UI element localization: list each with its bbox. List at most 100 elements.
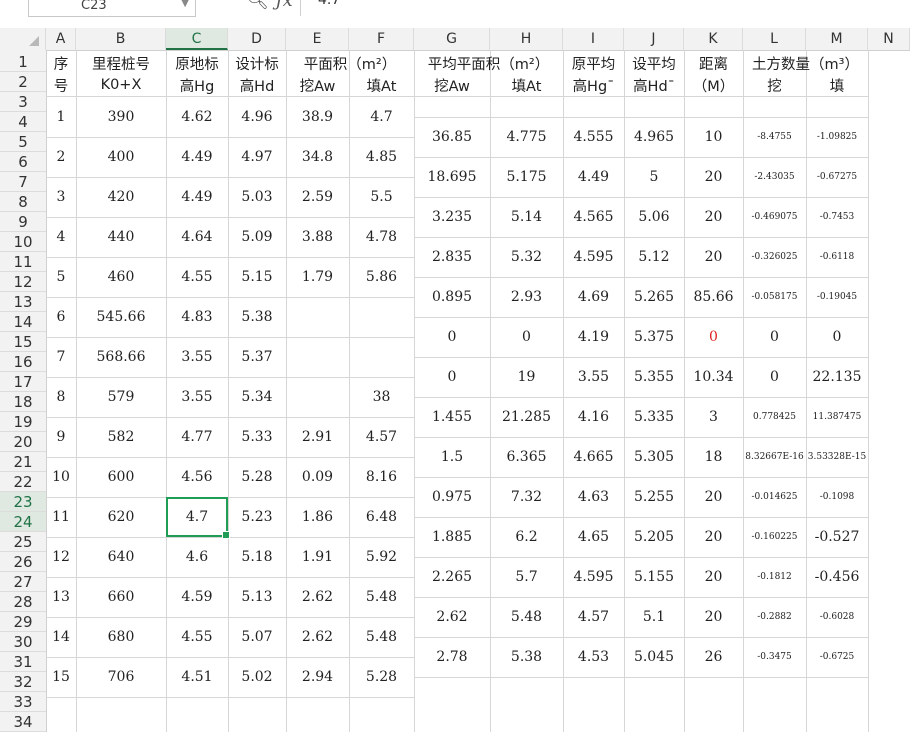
row-header-22[interactable]: 22 [0, 472, 46, 492]
data-cell-e[interactable]: 0.09 [286, 457, 349, 497]
data-cell-c[interactable]: 4.56 [166, 457, 228, 497]
data-cell-l[interactable]: -0.3475 [743, 637, 806, 677]
column-header-k[interactable]: K [684, 28, 743, 50]
data-cell-k[interactable]: 26 [684, 637, 743, 677]
data-cell-e[interactable] [286, 377, 349, 417]
data-cell-a[interactable]: 12 [46, 537, 76, 577]
row-header-15[interactable]: 15 [0, 332, 46, 352]
data-cell-a[interactable]: 6 [46, 297, 76, 337]
header-cell-b-2[interactable]: K0+X [76, 74, 166, 96]
data-cell-h[interactable]: 7.32 [490, 477, 563, 517]
data-cell-e[interactable]: 38.9 [286, 97, 349, 137]
data-cell-m[interactable]: -0.67275 [806, 157, 868, 197]
data-cell-d[interactable]: 5.02 [228, 657, 286, 697]
data-cell-b[interactable]: 579 [76, 377, 166, 417]
header-cell-e-2[interactable]: 挖Aw [286, 74, 349, 96]
data-cell-m[interactable]: 11.387475 [806, 397, 868, 437]
data-cell-j[interactable]: 5.335 [624, 397, 684, 437]
data-cell-m[interactable]: 0 [806, 317, 868, 357]
header-cell-l-2[interactable]: 挖 [743, 74, 806, 96]
header-cell-a-2[interactable]: 号 [46, 74, 76, 96]
data-cell-d[interactable]: 5.03 [228, 177, 286, 217]
row-header-20[interactable]: 20 [0, 432, 46, 452]
data-cell-c[interactable]: 3.55 [166, 377, 228, 417]
data-cell-a[interactable]: 1 [46, 97, 76, 137]
row-header-5[interactable]: 5 [0, 132, 46, 152]
data-cell-i[interactable]: 4.53 [563, 637, 624, 677]
data-cell-c[interactable]: 4.77 [166, 417, 228, 457]
data-cell-d[interactable]: 5.34 [228, 377, 286, 417]
data-cell-h[interactable]: 5.32 [490, 237, 563, 277]
data-cell-a[interactable]: 7 [46, 337, 76, 377]
header-cell-l-1[interactable]: 土方数量（m³） [743, 52, 868, 74]
header-cell-b-1[interactable]: 里程桩号 [76, 52, 166, 74]
data-cell-e[interactable]: 2.62 [286, 577, 349, 617]
data-cell-a[interactable]: 15 [46, 657, 76, 697]
header-cell-k-2[interactable]: （M） [684, 74, 743, 96]
data-cell-f[interactable]: 4.85 [349, 137, 414, 177]
data-cell-l[interactable]: -0.014625 [743, 477, 806, 517]
data-cell-l[interactable]: 0 [743, 357, 806, 397]
data-cell-d[interactable]: 5.38 [228, 297, 286, 337]
data-cell-c[interactable]: 4.55 [166, 257, 228, 297]
data-cell-h[interactable]: 4.775 [490, 117, 563, 157]
data-cell-a[interactable]: 9 [46, 417, 76, 457]
row-header-27[interactable]: 27 [0, 572, 46, 592]
data-cell-g[interactable]: 0.895 [414, 277, 490, 317]
data-cell-j[interactable]: 5.155 [624, 557, 684, 597]
data-cell-f[interactable]: 5.48 [349, 577, 414, 617]
data-cell-i[interactable]: 4.69 [563, 277, 624, 317]
data-cell-m[interactable]: -0.7453 [806, 197, 868, 237]
data-cell-l[interactable]: -0.1812 [743, 557, 806, 597]
data-cell-b[interactable]: 460 [76, 257, 166, 297]
column-header-c[interactable]: C [166, 28, 228, 50]
data-cell-a[interactable]: 3 [46, 177, 76, 217]
data-cell-d[interactable]: 5.18 [228, 537, 286, 577]
data-cell-i[interactable]: 4.57 [563, 597, 624, 637]
zoom-icon[interactable]: 🔍︎ [246, 0, 269, 11]
header-cell-e-1[interactable]: 平面积（m²） [286, 52, 414, 74]
chevron-down-icon[interactable]: ▼ [181, 0, 189, 9]
data-cell-i[interactable]: 4.65 [563, 517, 624, 557]
column-header-n[interactable]: N [868, 28, 910, 50]
data-cell-e[interactable] [286, 337, 349, 377]
data-cell-f[interactable]: 6.48 [349, 497, 414, 537]
header-cell-j-1[interactable]: 设平均 [624, 52, 684, 74]
data-cell-k[interactable]: 10.34 [684, 357, 743, 397]
data-cell-f[interactable]: 4.78 [349, 217, 414, 257]
row-header-18[interactable]: 18 [0, 392, 46, 412]
data-cell-f[interactable]: 5.92 [349, 537, 414, 577]
data-cell-l[interactable]: -0.2882 [743, 597, 806, 637]
row-header-17[interactable]: 17 [0, 372, 46, 392]
row-header-16[interactable]: 16 [0, 352, 46, 372]
data-cell-c[interactable]: 3.55 [166, 337, 228, 377]
row-header-13[interactable]: 13 [0, 292, 46, 312]
header-cell-d-2[interactable]: 高Hd [228, 74, 286, 96]
data-cell-a[interactable]: 8 [46, 377, 76, 417]
data-cell-h[interactable]: 6.365 [490, 437, 563, 477]
row-header-30[interactable]: 30 [0, 632, 46, 652]
data-cell-e[interactable]: 2.59 [286, 177, 349, 217]
data-cell-h[interactable]: 5.7 [490, 557, 563, 597]
data-cell-e[interactable]: 1.79 [286, 257, 349, 297]
header-cell-i-2[interactable]: 高Hg¯ [563, 74, 624, 96]
row-header-21[interactable]: 21 [0, 452, 46, 472]
data-cell-h[interactable]: 5.14 [490, 197, 563, 237]
row-header-33[interactable]: 33 [0, 692, 46, 712]
data-cell-k[interactable]: 20 [684, 557, 743, 597]
data-cell-j[interactable]: 5 [624, 157, 684, 197]
data-cell-l[interactable]: 0.778425 [743, 397, 806, 437]
data-cell-l[interactable]: 0 [743, 317, 806, 357]
data-cell-m[interactable]: -0.6725 [806, 637, 868, 677]
data-cell-g[interactable]: 2.835 [414, 237, 490, 277]
data-cell-c[interactable]: 4.49 [166, 177, 228, 217]
data-cell-h[interactable]: 19 [490, 357, 563, 397]
data-cell-j[interactable]: 5.255 [624, 477, 684, 517]
data-cell-f[interactable]: 5.86 [349, 257, 414, 297]
data-cell-j[interactable]: 5.375 [624, 317, 684, 357]
column-header-m[interactable]: M [806, 28, 868, 50]
data-cell-e[interactable]: 2.94 [286, 657, 349, 697]
data-cell-d[interactable]: 5.09 [228, 217, 286, 257]
data-cell-g[interactable]: 1.5 [414, 437, 490, 477]
data-cell-d[interactable]: 5.07 [228, 617, 286, 657]
